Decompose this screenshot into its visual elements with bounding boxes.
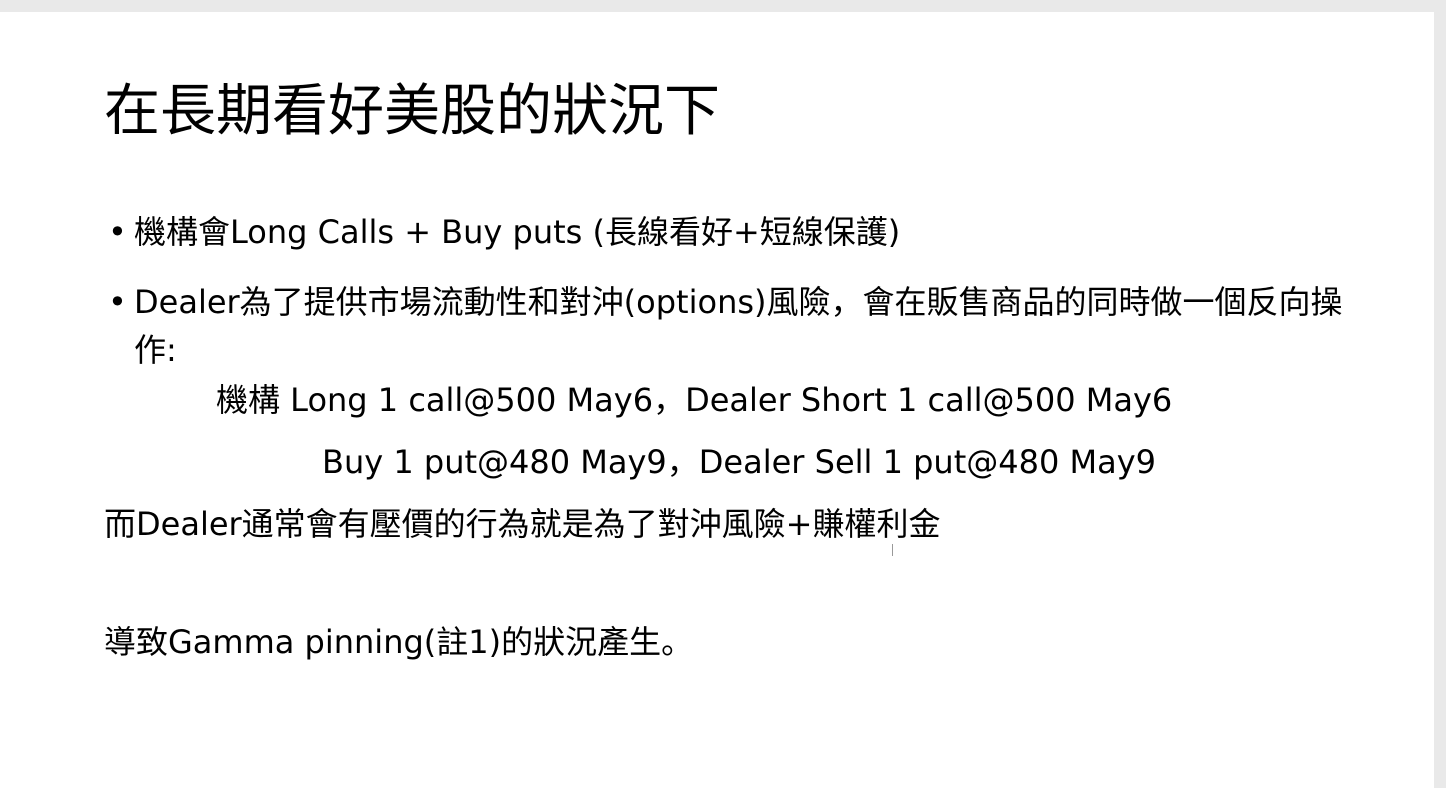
trade-line: 機構 Long 1 call@500 May6，Dealer Short 1 c…	[216, 381, 1173, 419]
bullet-dot-icon: •	[108, 283, 127, 321]
bullet-text: Dealer為了提供市場流動性和對沖(options)風險，會在販售商品的同時做…	[134, 283, 1343, 369]
note-line: 而Dealer通常會有壓價的行為就是為了對沖風險+賺權利金	[104, 505, 941, 543]
slide-canvas: 在長期看好美股的狀況下 • 機構會Long Calls + Buy puts (…	[0, 12, 1434, 788]
bullet-dot-icon: •	[108, 213, 127, 251]
trade-line: Buy 1 put@480 May9，Dealer Sell 1 put@480…	[322, 443, 1157, 481]
text-cursor-icon	[892, 544, 893, 556]
note-line: 導致Gamma pinning(註1)的狀況產生。	[104, 623, 694, 661]
bullet-text: 機構會Long Calls + Buy puts (長線看好+短線保護)	[134, 213, 901, 251]
slide-title: 在長期看好美股的狀況下	[104, 79, 720, 144]
